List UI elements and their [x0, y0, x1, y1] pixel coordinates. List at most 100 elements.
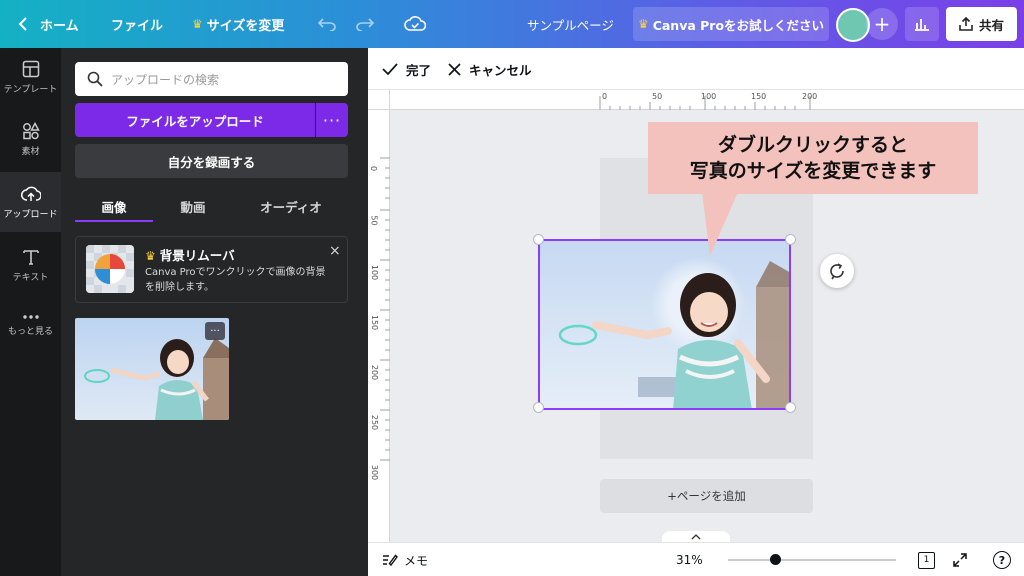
- help-icon: ?: [993, 551, 1011, 569]
- template-icon: [22, 60, 39, 77]
- page-count-button[interactable]: 1: [918, 543, 935, 576]
- uploaded-image-thumbnail[interactable]: ···: [75, 318, 229, 420]
- resize-label: サイズを変更: [206, 18, 285, 34]
- insights-button[interactable]: [905, 7, 939, 41]
- crown-icon: ♛: [145, 249, 156, 263]
- rail-label: アップロード: [3, 209, 58, 220]
- upload-file-button[interactable]: ファイルをアップロード: [75, 103, 315, 137]
- upload-cloud-icon: [20, 186, 41, 201]
- done-label: 完了: [406, 62, 432, 78]
- rail-label: テキスト: [12, 272, 49, 283]
- redo-button[interactable]: [356, 0, 374, 48]
- vertical-ruler: 0 50 100 150 200 250 300: [368, 110, 390, 542]
- tab-audio[interactable]: オーディオ: [241, 190, 341, 222]
- check-icon: [382, 63, 398, 75]
- callout-tail: [702, 192, 738, 256]
- elements-icon: [22, 121, 40, 139]
- record-yourself-button[interactable]: 自分を録画する: [75, 144, 348, 178]
- search-icon: [87, 71, 103, 87]
- search-input[interactable]: アップロードの検索: [75, 62, 348, 96]
- rail-item-elements[interactable]: 素材: [0, 110, 61, 168]
- rail-label: もっと見る: [7, 326, 53, 337]
- resize-handle-bottom-right[interactable]: [785, 402, 796, 413]
- rotate-comment-icon: [830, 263, 844, 280]
- done-button[interactable]: 完了: [382, 48, 431, 90]
- ruler-h-label: 100: [701, 92, 717, 101]
- more-dots-icon: [22, 314, 39, 319]
- notes-pencil-icon: [383, 554, 398, 567]
- ruler-v-label: 0: [369, 165, 379, 172]
- ruler-v-label: 250: [370, 414, 380, 431]
- file-menu[interactable]: ファイル: [111, 0, 163, 48]
- instruction-callout: ダブルクリックすると 写真のサイズを変更できます: [648, 122, 978, 194]
- redo-icon: [356, 18, 374, 31]
- ruler-corner: [368, 90, 390, 110]
- upload-options-button[interactable]: ···: [316, 103, 348, 137]
- share-upload-icon: [959, 17, 973, 31]
- document-title[interactable]: サンプルページ: [527, 0, 614, 48]
- add-collaborator-button[interactable]: +: [866, 8, 898, 40]
- text-icon: [22, 249, 39, 265]
- ruler-h-label: 0: [602, 92, 608, 101]
- canvas-area: 0 50 100 150 200 0 50 100 150 200 250 30…: [368, 90, 1024, 542]
- share-label: 共有: [978, 17, 1004, 33]
- chevron-up-icon: [691, 534, 701, 540]
- close-icon: [448, 62, 461, 76]
- rotate-button[interactable]: [820, 254, 854, 288]
- rail-label: テンプレート: [3, 84, 58, 95]
- ruler-h-label: 200: [802, 92, 818, 101]
- notes-label: メモ: [404, 553, 429, 568]
- crown-icon: ♛: [637, 17, 649, 31]
- thumbnail-options-button[interactable]: ···: [205, 322, 225, 340]
- ruler-v-label: 50: [369, 215, 379, 226]
- image-edit-toolbar: 完了 キャンセル: [368, 48, 1024, 90]
- pages-icon: 1: [918, 551, 935, 569]
- home-label: ホーム: [40, 18, 79, 34]
- home-button[interactable]: ホーム: [18, 0, 79, 48]
- avatar[interactable]: [836, 8, 870, 42]
- active-tab-indicator: [75, 220, 153, 222]
- resize-handle-bottom-left[interactable]: [533, 402, 544, 413]
- bottom-bar: メモ 31% 1 ?: [368, 542, 1024, 576]
- top-bar: ホーム ファイル ♛ サイズを変更 サンプルページ ♛ Canva Proをお試…: [0, 0, 1024, 48]
- chevron-left-icon: [18, 17, 27, 31]
- notes-button[interactable]: メモ: [382, 543, 428, 576]
- bar-chart-icon: [915, 19, 929, 31]
- share-button[interactable]: 共有: [946, 7, 1017, 41]
- callout-line-2: 写真のサイズを変更できます: [689, 160, 937, 182]
- fullscreen-button[interactable]: [953, 543, 967, 576]
- expand-icon: [953, 553, 967, 567]
- left-rail: テンプレート 素材 アップロード テキスト もっと見る: [0, 48, 61, 576]
- tab-videos[interactable]: 動画: [153, 190, 233, 222]
- rail-item-templates[interactable]: テンプレート: [0, 48, 61, 106]
- help-button[interactable]: ?: [993, 543, 1011, 576]
- cloud-check-icon: [404, 16, 426, 31]
- rail-item-more[interactable]: もっと見る: [0, 296, 61, 354]
- ruler-v-label: 100: [370, 264, 380, 281]
- crown-icon: ♛: [192, 17, 203, 31]
- search-placeholder: アップロードの検索: [111, 72, 220, 87]
- save-status[interactable]: [404, 0, 426, 48]
- resize-handle-top-left[interactable]: [533, 234, 544, 245]
- uploads-panel: アップロードの検索 ファイルをアップロード ··· 自分を録画する 画像 動画 …: [61, 48, 368, 576]
- selection-box: [538, 239, 791, 410]
- zoom-slider-track[interactable]: [728, 559, 896, 561]
- undo-button[interactable]: [318, 0, 336, 48]
- tab-images[interactable]: 画像: [75, 190, 153, 222]
- add-page-button[interactable]: +ページを追加: [600, 479, 813, 513]
- zoom-value[interactable]: 31%: [676, 543, 703, 576]
- promo-title-text: 背景リムーバ: [159, 248, 235, 263]
- promo-title: ♛ 背景リムーバ: [145, 245, 235, 264]
- rail-item-uploads[interactable]: アップロード: [0, 172, 61, 232]
- rail-item-text[interactable]: テキスト: [0, 236, 61, 294]
- resize-button[interactable]: ♛ サイズを変更: [192, 0, 284, 48]
- cancel-button[interactable]: キャンセル: [448, 48, 532, 90]
- close-icon[interactable]: ×: [329, 243, 341, 259]
- background-remover-promo[interactable]: ♛ 背景リムーバ Canva Proでワンクリックで画像の背景を削除します。 ×: [75, 236, 348, 303]
- try-pro-button[interactable]: ♛ Canva Proをお試しください: [633, 7, 829, 41]
- zoom-slider-knob[interactable]: [770, 554, 781, 565]
- ruler-h-label: 150: [751, 92, 767, 101]
- resize-handle-top-right[interactable]: [785, 234, 796, 245]
- cancel-label: キャンセル: [469, 62, 532, 78]
- promo-ball-image: [86, 245, 134, 293]
